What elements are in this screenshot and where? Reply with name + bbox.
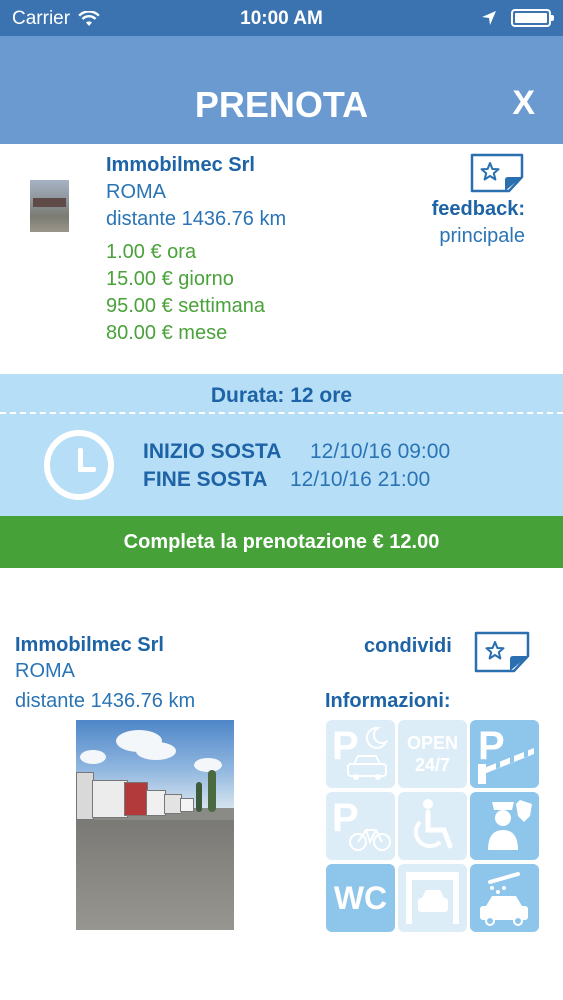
start-label: INIZIO SOSTA <box>143 440 282 463</box>
details-name: Immobilmec Srl <box>15 634 164 656</box>
listing-name: Immobilmec Srl <box>106 154 255 176</box>
close-button[interactable]: X <box>512 84 535 123</box>
open-24-7-icon: OPEN 24/7 <box>398 720 467 788</box>
end-label: FINE SOSTA <box>143 468 268 491</box>
listing-city: ROMA <box>106 181 166 203</box>
share-star-icon[interactable] <box>473 630 531 674</box>
listing-thumbnail[interactable] <box>30 180 69 232</box>
status-bar: Carrier 10:00 AM <box>0 0 563 36</box>
end-value[interactable]: 12/10/16 21:00 <box>290 468 430 492</box>
security-guard-icon <box>470 792 539 860</box>
feedback-label: feedback: <box>431 198 525 220</box>
page-title: PRENOTA <box>194 84 369 125</box>
price-hour: 1.00 € ora <box>106 241 197 263</box>
share-label[interactable]: condividi <box>364 635 452 658</box>
info-label: Informazioni: <box>325 690 451 712</box>
feedback-value: principale <box>439 225 525 247</box>
location-arrow-icon <box>482 11 496 25</box>
night-parking-icon: P <box>326 720 395 788</box>
wc-icon: WC <box>326 864 395 932</box>
status-time: 10:00 AM <box>240 8 323 29</box>
price-day: 15.00 € giorno <box>106 268 234 290</box>
amenities-grid: P OPEN 24/7 P P WC <box>326 720 541 934</box>
battery-icon <box>511 9 554 27</box>
details-distance: distante 1436.76 km <box>15 690 196 712</box>
listing-distance: distante 1436.76 km <box>106 208 287 230</box>
feedback-star-icon[interactable] <box>469 152 525 194</box>
barrier-parking-icon: P <box>470 720 539 788</box>
duration-title: Durata: 12 ore <box>210 384 353 407</box>
parking-photo[interactable] <box>76 720 234 930</box>
duration-panel: Durata: 12 ore INIZIO SOSTA 12/10/16 09:… <box>0 374 563 516</box>
price-month: 80.00 € mese <box>106 322 228 344</box>
details-city: ROMA <box>15 660 75 682</box>
clock-icon <box>44 430 114 500</box>
car-wash-icon <box>470 864 539 932</box>
nav-header: PRENOTA X <box>0 36 563 144</box>
dashed-divider <box>0 412 563 414</box>
start-value[interactable]: 12/10/16 09:00 <box>310 440 450 464</box>
wheelchair-icon <box>398 792 467 860</box>
listing-summary: Immobilmec Srl ROMA distante 1436.76 km … <box>0 144 563 374</box>
bike-parking-icon: P <box>326 792 395 860</box>
covered-parking-icon <box>398 864 467 932</box>
status-right <box>481 9 554 27</box>
price-week: 95.00 € settimana <box>106 295 265 317</box>
complete-booking-button[interactable]: Completa la prenotazione € 12.00 <box>0 516 563 568</box>
